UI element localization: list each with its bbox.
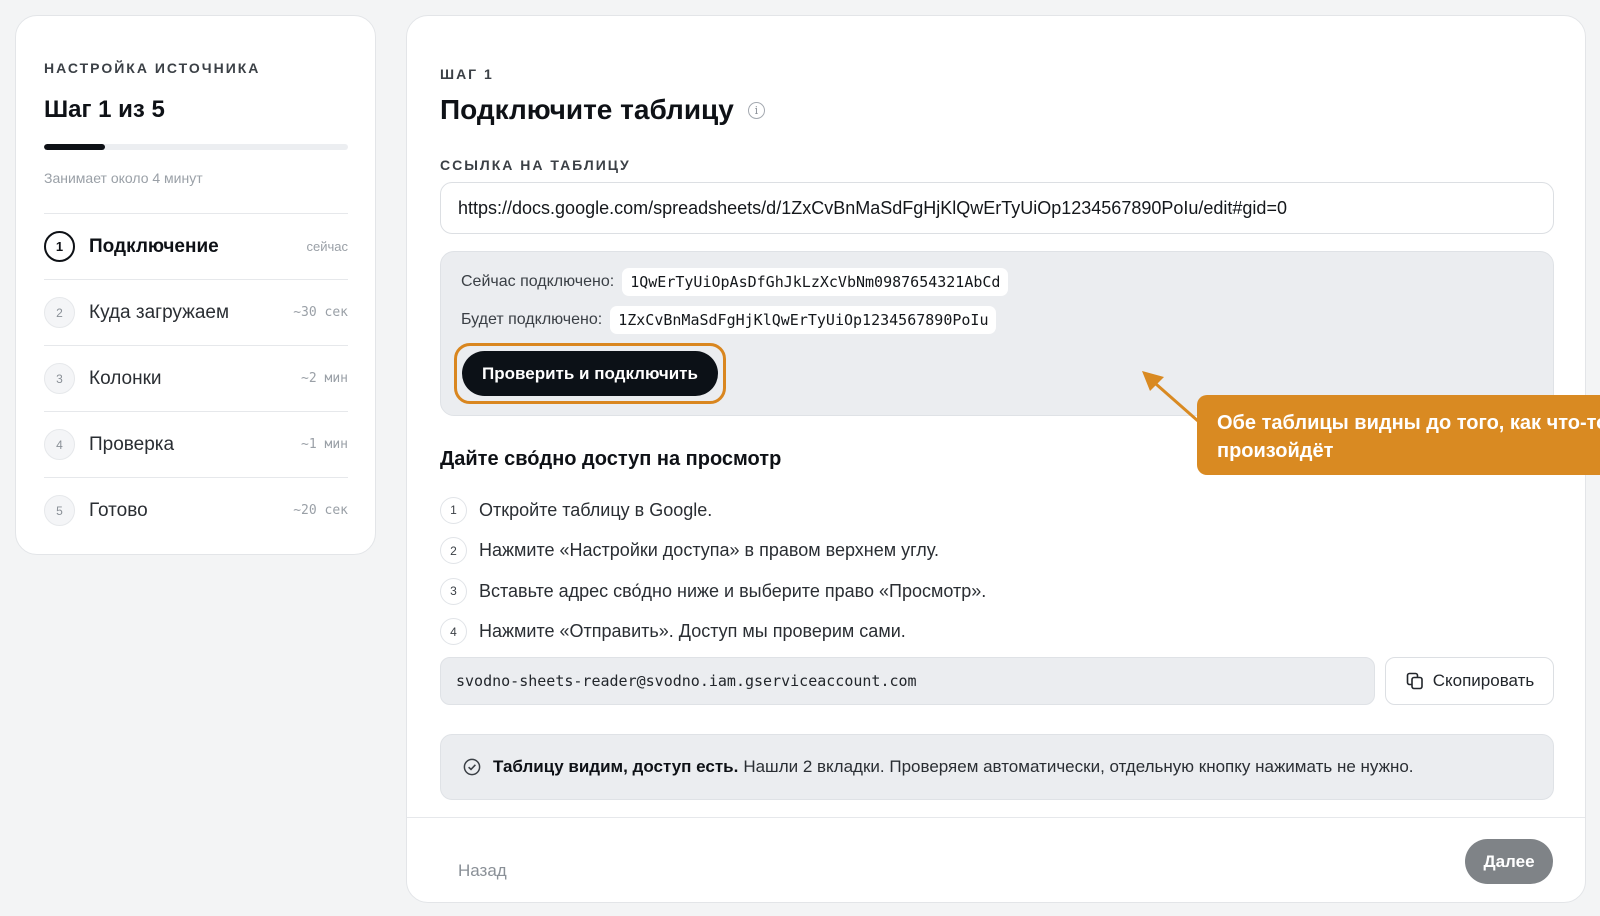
current-connection-label: Сейчас подключено: [461,273,615,290]
next-connection-row: Будет подключено: 1ZxCvBnMaSdFgHjKlQwErT… [461,306,997,334]
step-number: 1 [44,231,75,262]
instruction-text: Нажмите «Отправить». Доступ мы проверим … [479,621,906,642]
spreadsheet-url-input[interactable] [440,182,1554,234]
step-item-done[interactable]: 5 Готово ~20 сек [44,477,348,543]
step-eyebrow: ШАГ 1 [440,66,494,82]
next-connection-label: Будет подключено: [461,311,603,328]
current-connection-row: Сейчас подключено: 1QwErTyUiOpAsDfGhJkLz… [461,268,1009,296]
step-number: 2 [44,297,75,328]
step-item-connection[interactable]: 1 Подключение сейчас [44,213,348,279]
instruction-number: 4 [440,618,467,646]
step-time: ~30 сек [293,305,348,320]
step-item-destination[interactable]: 2 Куда загружаем ~30 сек [44,279,348,345]
step-label: Колонки [89,367,162,389]
list-item: 1 Откройте таблицу в Google. [440,490,986,531]
main-card: ШАГ 1 Подключите таблицу i ССЫЛКА НА ТАБ… [406,15,1600,903]
page-title-text: Подключите таблицу [440,94,734,125]
url-field-label: ССЫЛКА НА ТАБЛИЦУ [440,157,631,173]
instruction-number: 2 [440,537,467,565]
step-number: 3 [44,363,75,394]
copy-button-label: Скопировать [1432,671,1535,690]
check-circle-icon [463,758,481,776]
page-title: Подключите таблицу i [440,94,765,126]
status-details: Нашли 2 вкладки. Проверяем автоматически… [743,757,1414,776]
progress-bar [44,144,348,150]
next-connection-id: 1ZxCvBnMaSdFgHjKlQwErTyUiOp1234567890PoI… [610,306,997,334]
step-time: ~2 мин [301,371,348,386]
instruction-list: 1 Откройте таблицу в Google. 2 Нажмите «… [440,490,986,652]
access-status-banner: Таблицу видим, доступ есть. Нашли 2 вкла… [440,734,1554,800]
copy-email-button[interactable]: Скопировать [1385,657,1554,705]
status-headline: Таблицу видим, доступ есть. [493,757,739,776]
duration-hint: Занимает около 4 минут [44,170,203,186]
list-item: 2 Нажмите «Настройки доступа» в правом в… [440,531,986,572]
list-item: 4 Нажмите «Отправить». Доступ мы провери… [440,612,986,653]
info-icon[interactable]: i [747,101,765,119]
share-section-title: Дайте сво́дно доступ на просмотр [440,448,782,470]
step-label: Проверка [89,433,175,455]
step-item-review[interactable]: 4 Проверка ~1 мин [44,411,348,477]
step-label: Подключение [89,235,219,257]
connection-compare-panel: Сейчас подключено: 1QwErTyUiOpAsDfGhJkLz… [440,251,1554,416]
step-number: 5 [44,495,75,526]
instruction-number: 3 [440,577,467,605]
instruction-text: Нажмите «Настройки доступа» в правом вер… [479,540,939,561]
sidebar-step-counter: Шаг 1 из 5 [44,96,165,123]
next-button[interactable]: Далее [1465,839,1553,884]
service-email-field[interactable]: svodno-sheets-reader@svodno.iam.gservice… [440,657,1375,705]
setup-sidebar: НАСТРОЙКА ИСТОЧНИКА Шаг 1 из 5 Занимает … [15,15,376,555]
step-time: сейчас [306,239,349,254]
annotation-callout: Обе таблицы видны до того, как что-то пр… [1197,395,1600,475]
step-time: ~1 мин [301,437,348,452]
copy-icon [1406,672,1423,690]
list-item: 3 Вставьте адрес сво́дно ниже и выберите… [440,571,986,612]
instruction-text: Откройте таблицу в Google. [479,499,713,520]
step-list: 1 Подключение сейчас 2 Куда загружаем ~3… [44,213,348,543]
verify-connect-button[interactable]: Проверить и подключить [462,351,718,396]
instruction-number: 1 [440,496,467,524]
back-button[interactable]: Назад [458,861,507,881]
instruction-text: Вставьте адрес сво́дно ниже и выберите п… [479,580,987,601]
footer-divider [407,817,1585,818]
step-label: Куда загружаем [89,301,230,323]
current-connection-id: 1QwErTyUiOpAsDfGhJkLzXcVbNm0987654321AbC… [622,268,1009,296]
sidebar-eyebrow: НАСТРОЙКА ИСТОЧНИКА [44,60,261,76]
progress-bar-fill [44,144,105,150]
step-number: 4 [44,429,75,460]
step-time: ~20 сек [293,503,348,518]
step-item-columns[interactable]: 3 Колонки ~2 мин [44,345,348,411]
step-label: Готово [89,499,148,521]
